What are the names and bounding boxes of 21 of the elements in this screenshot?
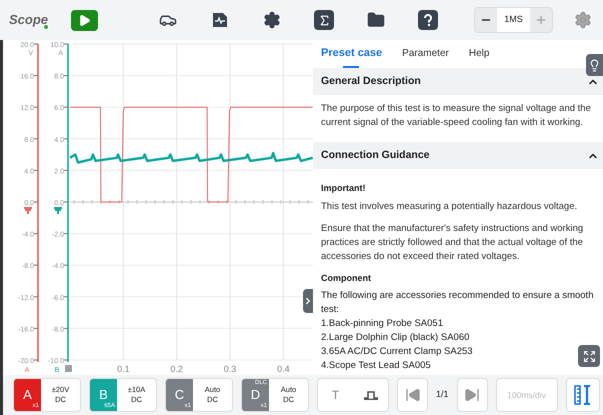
axis-label: 0.4 — [277, 364, 290, 374]
subheading: Important! — [321, 182, 366, 195]
list-line: 4.Scope Test Lead SA005 — [321, 359, 431, 373]
section-header[interactable]: Connection Guidance — [313, 142, 603, 169]
app-logo: Scope — [9, 10, 47, 30]
paragraph: The purpose of this test is to measure the signal voltage and the current signal of the variable-speed cooling fan with it working. — [321, 102, 592, 130]
axis-label: 0.3 — [224, 364, 236, 374]
subheading: Component — [321, 272, 372, 285]
paragraph: Ensure that the manufacturer's safety instructions and working practices are strictly followed and that the actual voltage of the accessories do not exceed their rated voltages. — [321, 222, 584, 264]
axis-label: 0.2 — [170, 364, 183, 374]
list-line: 2.Large Dolphin Clip (black) SA060 — [321, 331, 470, 345]
list-line: The following are accessories recommended to ensure a smooth test: — [321, 289, 594, 317]
paragraph: This test involves measuring a potentially hazardous voltage. — [321, 200, 578, 214]
tab[interactable]: Parameter — [402, 46, 449, 68]
section-header[interactable]: General Description — [313, 68, 603, 95]
page-counter: 1/1 — [436, 388, 449, 402]
tab[interactable]: Preset case — [321, 44, 382, 68]
tab[interactable]: Help — [468, 46, 490, 68]
list-line: 3.65A AC/DC Current Clamp SA253 — [321, 345, 473, 359]
axis-label: 0.1 — [117, 364, 130, 374]
list-line: 1.Back-pinning Probe SA051 — [321, 317, 443, 331]
